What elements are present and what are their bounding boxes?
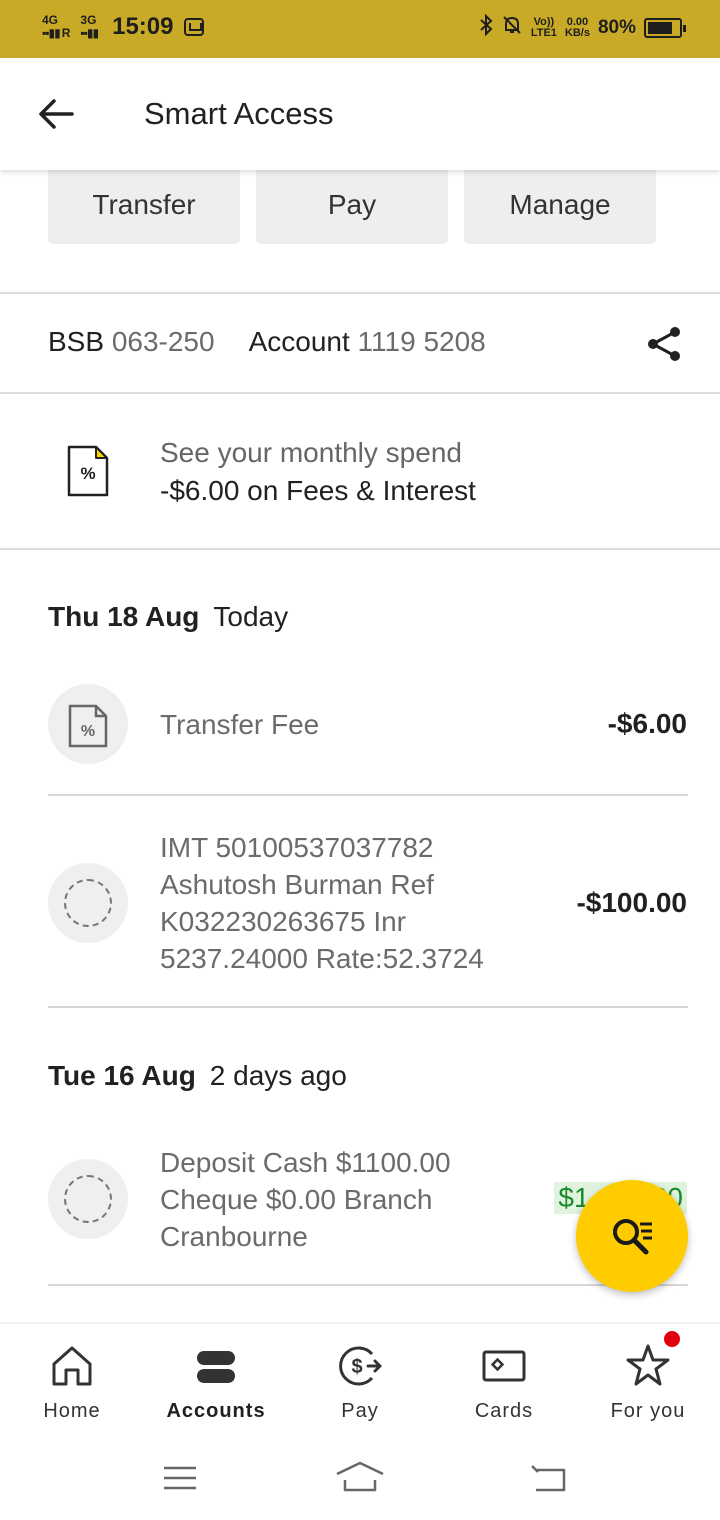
nav-cards-label: Cards — [474, 1400, 534, 1422]
svg-text:%: % — [80, 464, 95, 483]
pay-label: Pay — [327, 189, 377, 220]
row-divider — [48, 794, 688, 796]
fee-icon: % — [48, 684, 128, 764]
nav-pay-label: Pay — [341, 1400, 379, 1422]
divider — [0, 292, 720, 294]
search-transactions-button[interactable] — [576, 1180, 688, 1292]
status-right: Vo)) LTE1 0.00 KB/s 80% — [479, 13, 686, 41]
menu-icon[interactable] — [162, 1464, 198, 1492]
star-icon — [626, 1344, 670, 1386]
svg-text:$: $ — [351, 1356, 362, 1378]
bottom-navigation: Home Accounts $ Pay Cards For you — [0, 1322, 720, 1434]
monthly-spend-amount: -$6.00 on Fees & Interest — [160, 475, 476, 506]
notification-badge — [664, 1331, 680, 1347]
bluetooth-icon — [479, 13, 493, 41]
speed-unit: KB/s — [564, 26, 590, 39]
speed-value: 0.00 — [566, 15, 589, 28]
relative-date: Today — [213, 601, 289, 632]
mute-icon — [501, 14, 523, 41]
nav-accounts[interactable]: Accounts — [144, 1324, 288, 1436]
transaction-amount: -$6.00 — [607, 708, 687, 739]
status-left: 4G ▪▪▮▮ R 3G ▪▪▮▮ 15:09 — [42, 13, 204, 41]
pending-icon — [48, 863, 128, 943]
app-bar: Smart Access — [0, 58, 720, 170]
signal-icon-2: 3G ▪▪▮▮ — [80, 13, 99, 40]
clock: 15:09 — [112, 13, 174, 40]
volte-bottom: LTE1 — [530, 26, 557, 39]
percent-document-icon: % — [67, 445, 109, 497]
nav-cards[interactable]: Cards — [432, 1324, 576, 1436]
monthly-spend-title: See your monthly spend — [160, 437, 462, 468]
home-icon — [52, 1346, 92, 1386]
transaction-amount: -$100.00 — [576, 887, 687, 918]
account-label: Account — [248, 326, 350, 357]
share-icon[interactable] — [644, 324, 684, 364]
accounts-icon — [197, 1351, 235, 1383]
nav-home[interactable]: Home — [0, 1324, 144, 1436]
roaming-indicator: R — [61, 26, 71, 40]
battery-icon — [644, 17, 686, 38]
system-navigation — [0, 1434, 720, 1520]
home-gesture-icon[interactable] — [334, 1460, 386, 1494]
nav-for-you[interactable]: For you — [576, 1324, 720, 1436]
manage-button[interactable]: Manage — [464, 166, 656, 244]
signal-icon: 4G ▪▪▮▮ — [42, 13, 61, 40]
nav-pay[interactable]: $ Pay — [288, 1324, 432, 1436]
percent-document-icon: % — [68, 704, 108, 748]
transfer-button[interactable]: Transfer — [48, 166, 240, 244]
date-header: Tue 16 Aug 2 days ago — [48, 1060, 347, 1092]
data-speed: 0.00 KB/s — [564, 15, 590, 39]
pay-button[interactable]: Pay — [256, 166, 448, 244]
date-header: Thu 18 Aug Today — [48, 601, 288, 633]
account-number: Account 1119 5208 — [249, 326, 486, 358]
page-title: Smart Access — [144, 96, 334, 131]
pay-icon: $ — [339, 1346, 382, 1386]
bsb: BSB 063-250 — [48, 326, 215, 358]
relative-date: 2 days ago — [209, 1060, 347, 1091]
account-details: BSB 063-250 Account 1119 5208 — [48, 326, 486, 358]
row-divider — [48, 1284, 688, 1286]
bsb-label: BSB — [48, 326, 105, 357]
search-list-icon — [613, 1219, 652, 1255]
svg-text:%: % — [81, 723, 95, 740]
transaction-description: Transfer Fee — [160, 709, 320, 740]
bsb-value: 063-250 — [111, 326, 215, 357]
transfer-label: Transfer — [92, 189, 196, 220]
back-gesture-icon[interactable] — [528, 1462, 568, 1494]
nav-for-you-label: For you — [610, 1400, 686, 1422]
date-label: Tue 16 Aug — [48, 1060, 196, 1091]
volte-top: Vo)) — [533, 15, 555, 28]
account-value: 1119 5208 — [357, 326, 486, 357]
battery-fill — [648, 21, 672, 34]
row-divider — [48, 1006, 688, 1008]
nav-accounts-label: Accounts — [166, 1400, 266, 1422]
battery-percent: 80% — [597, 16, 636, 38]
transaction-description: Deposit Cash $1100.00 Cheque $0.00 Branc… — [160, 1147, 451, 1252]
status-bar: 4G ▪▪▮▮ R 3G ▪▪▮▮ 15:09 Vo)) LTE1 0.00 K… — [0, 0, 720, 58]
date-label: Thu 18 Aug — [48, 601, 200, 632]
back-arrow-icon[interactable] — [36, 94, 76, 134]
volte-indicator: Vo)) LTE1 — [530, 15, 557, 39]
manage-label: Manage — [509, 189, 611, 220]
divider — [0, 548, 720, 550]
card-icon — [482, 1350, 526, 1382]
divider — [0, 392, 720, 394]
nav-home-label: Home — [43, 1400, 101, 1422]
account-actions: Transfer Pay Manage — [48, 166, 656, 244]
transaction-description: IMT 50100537037782 Ashutosh Burman Ref K… — [160, 832, 484, 974]
message-icon — [183, 18, 204, 36]
pending-icon — [48, 1159, 128, 1239]
